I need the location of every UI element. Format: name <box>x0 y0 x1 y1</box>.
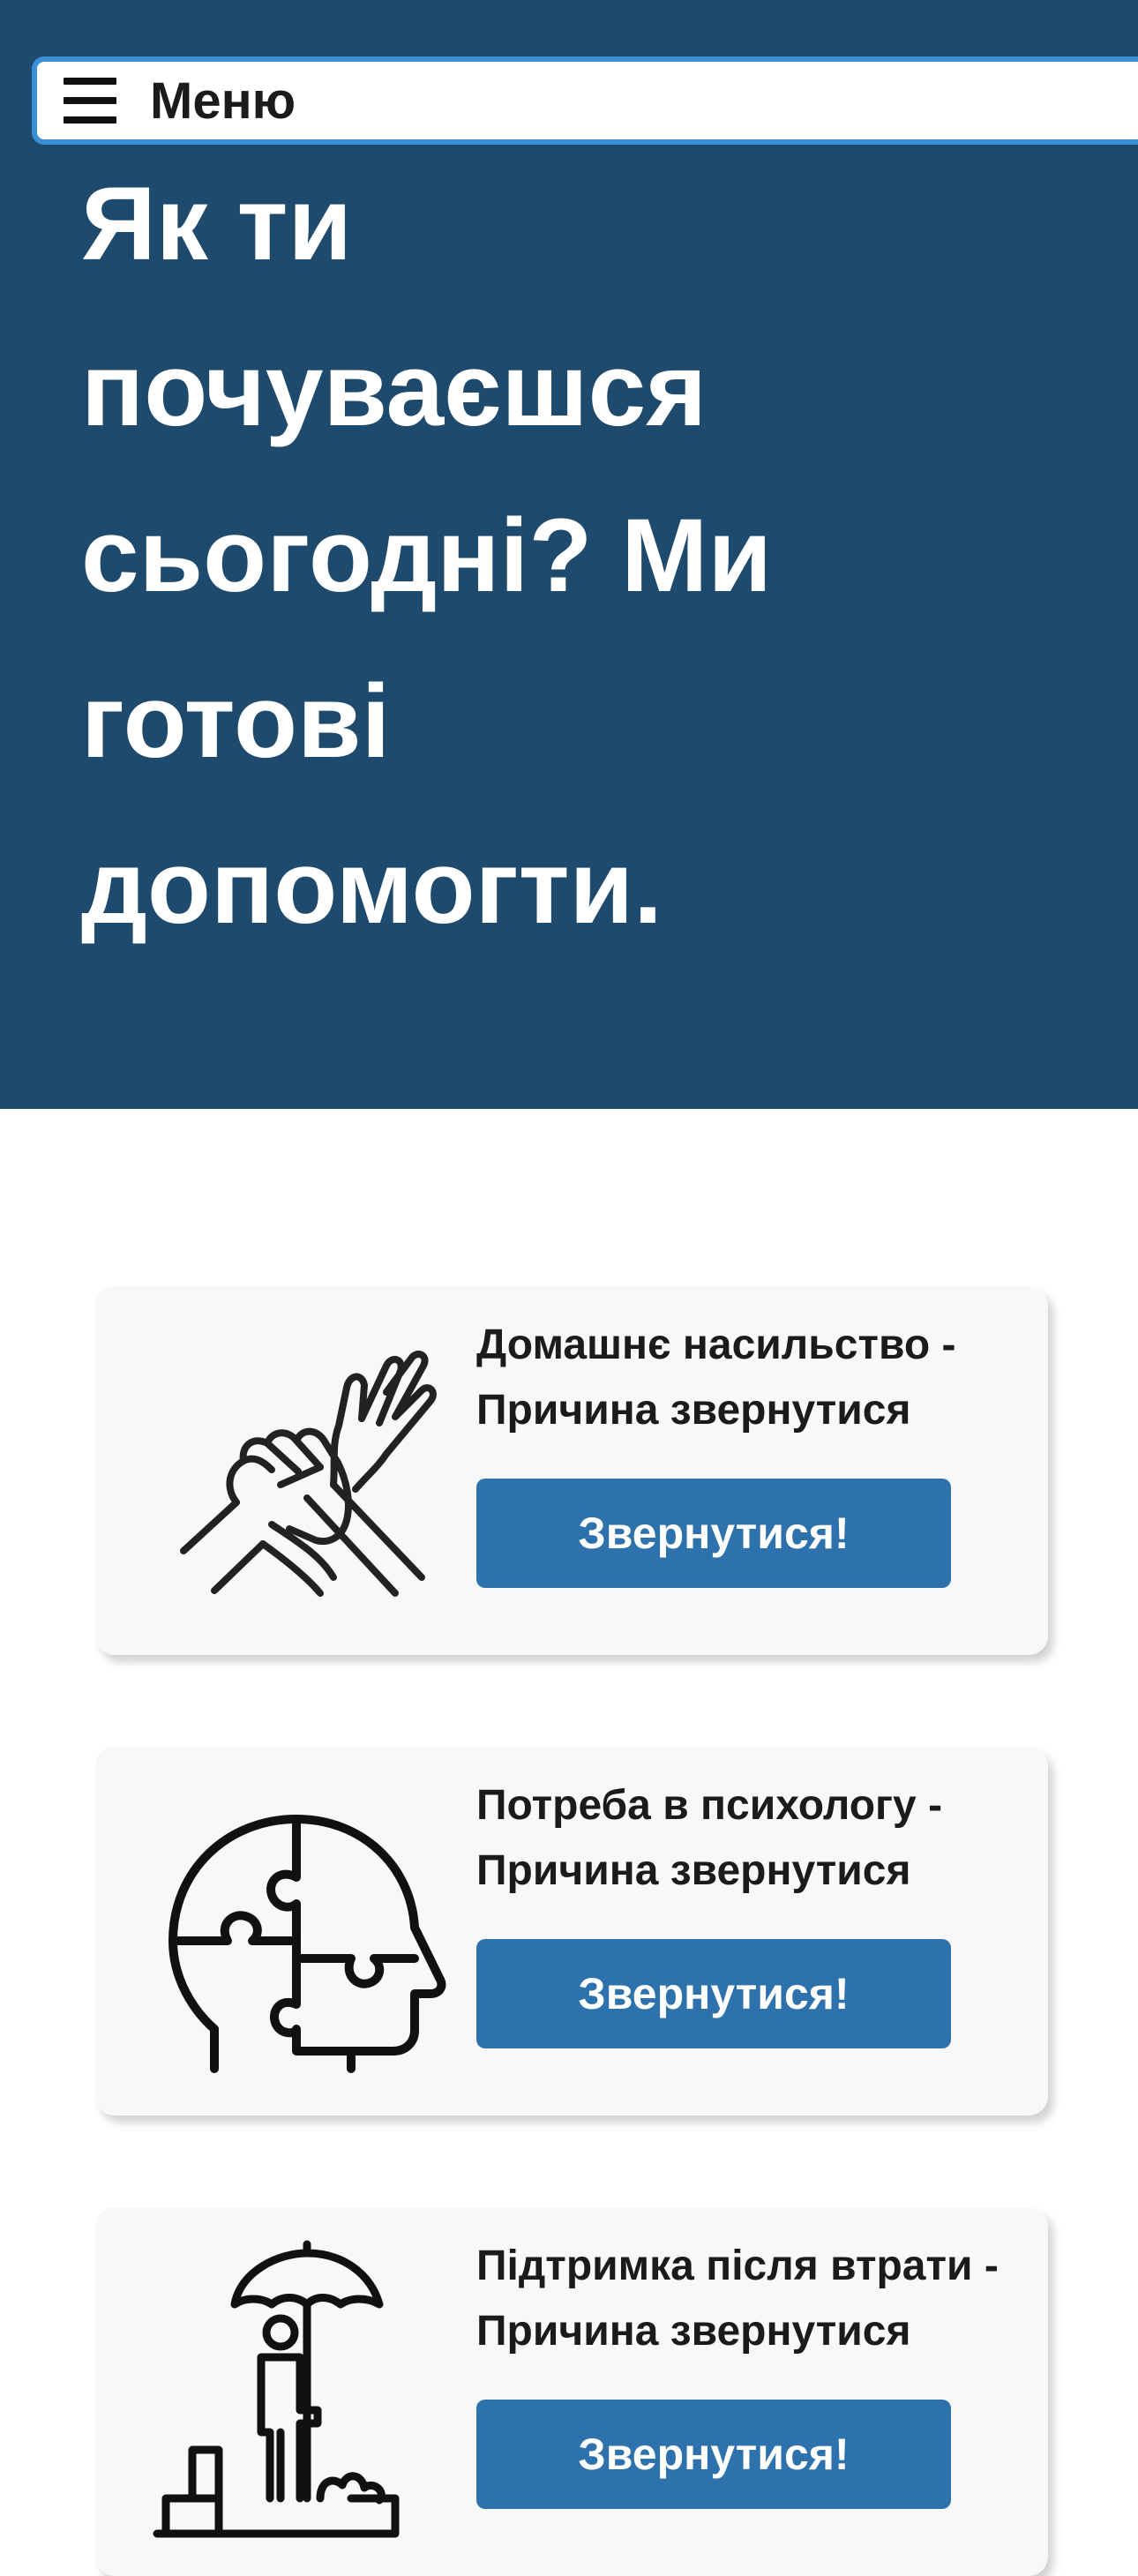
reason-card-loss-support: Підтримка після втрати - Причина звернут… <box>95 2207 1048 2576</box>
grave-umbrella-icon <box>131 2234 448 2551</box>
card-title: Потреба в психологу - Причина звернутися <box>476 1782 943 1894</box>
hero-title: Як ти почуваєшся сьогодні? Ми готові доп… <box>81 166 773 946</box>
menu-button[interactable]: Меню <box>32 56 1138 145</box>
reason-card-psychologist: Потреба в психологу - Причина звернутися… <box>95 1747 1048 2115</box>
card-title: Домашнє насильство - Причина звернутися <box>476 1322 956 1434</box>
card-title: Підтримка після втрати - Причина звернут… <box>476 2243 999 2355</box>
apply-button[interactable]: Звернутися! <box>476 1939 951 2048</box>
hamburger-icon <box>64 78 116 124</box>
reason-card-domestic-violence: Домашнє насильство - Причина звернутися … <box>95 1286 1048 1655</box>
menu-label: Меню <box>150 71 296 130</box>
head-puzzle-icon <box>131 1773 448 2091</box>
hero-section: Меню Як ти почуваєшся сьогодні? Ми готов… <box>0 0 1138 1109</box>
apply-button[interactable]: Звернутися! <box>476 1479 951 1588</box>
hands-grab-wrist-icon <box>131 1313 448 1630</box>
apply-button[interactable]: Звернутися! <box>476 2400 951 2509</box>
